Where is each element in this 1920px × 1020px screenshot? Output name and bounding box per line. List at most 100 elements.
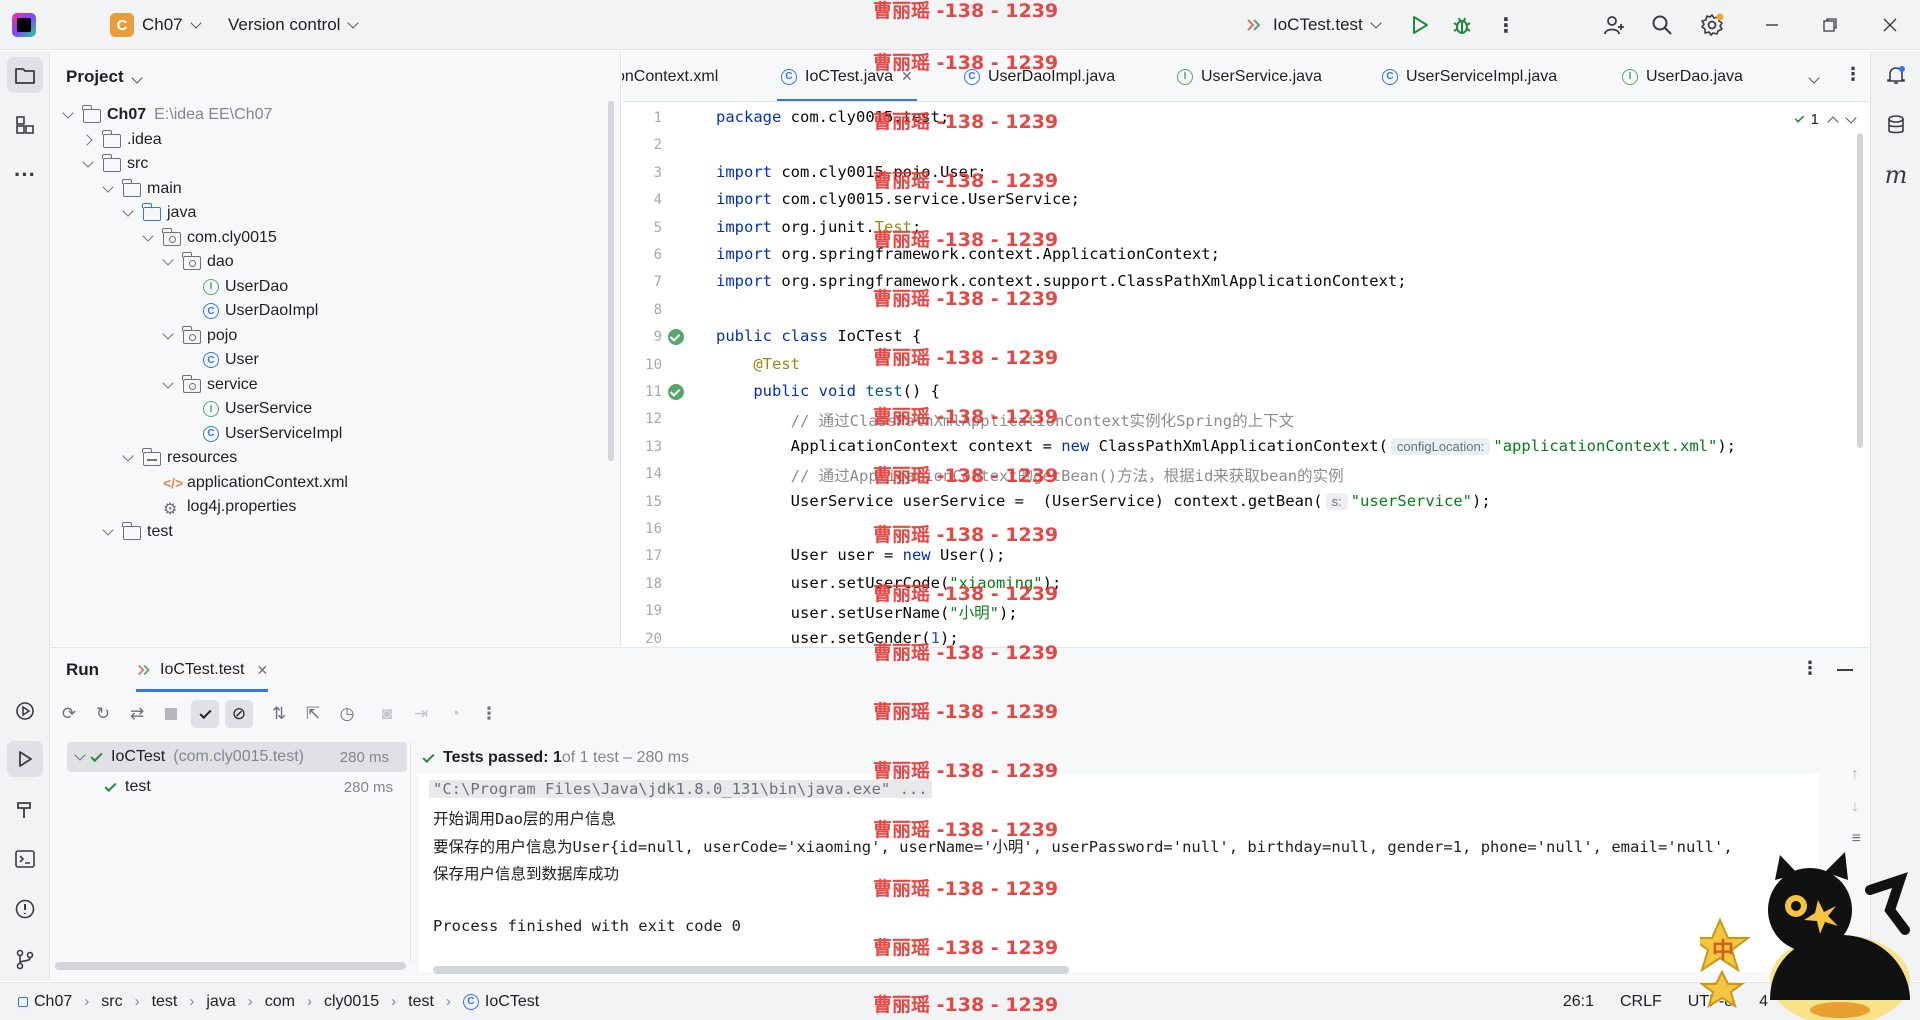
results-scrollbar[interactable] xyxy=(55,962,406,970)
project-scrollbar[interactable] xyxy=(608,101,614,461)
breadcrumb-item[interactable]: test xyxy=(152,993,178,1011)
code-editor[interactable]: 1 1 2 3 4 5 6 7 8 9 10 11 12 13 14 15 16 17 18 19 20 packag… xyxy=(622,103,1869,646)
run-tab-ioctest[interactable]: IoCTest.test ✕ xyxy=(136,648,269,692)
editor-tab[interactable]: onContext.xml xyxy=(622,51,718,101)
chevron-down-icon[interactable] xyxy=(81,157,95,171)
line-number: 2 xyxy=(653,137,662,154)
chevron-right-icon: › xyxy=(84,993,90,1010)
project-badge[interactable]: C xyxy=(110,13,134,37)
hammer-icon xyxy=(17,802,31,818)
stop-icon[interactable] xyxy=(157,700,185,728)
version-control-menu[interactable]: Version control xyxy=(228,15,360,35)
console-horizontal-scrollbar[interactable] xyxy=(433,966,1069,974)
toggle-auto-test-icon[interactable]: ⇄ xyxy=(123,700,151,728)
screenshot-icon[interactable]: ◙ xyxy=(373,700,401,728)
editor-tab[interactable]: C UserServiceImpl.java xyxy=(1382,51,1557,101)
breadcrumb-item[interactable]: test xyxy=(408,993,434,1011)
editor-tab[interactable]: I UserService.java xyxy=(1177,51,1322,101)
project-panel-header[interactable]: Project xyxy=(66,67,143,87)
tab-list-chevron-icon[interactable] xyxy=(1808,69,1820,87)
chevron-up-icon[interactable] xyxy=(1827,115,1839,128)
tree-item[interactable]: test xyxy=(101,517,173,547)
chevron-down-icon[interactable] xyxy=(161,378,175,392)
problems-tool-button[interactable] xyxy=(7,891,43,927)
run-options-icon[interactable]: ⋮ xyxy=(1801,658,1819,679)
toolbar-more-icon[interactable]: ⋮ xyxy=(475,700,503,728)
test-result-class[interactable]: IoCTest (com.cly0015.test) 280 ms xyxy=(67,742,407,772)
breadcrumb-item[interactable]: C IoCTest xyxy=(462,993,539,1011)
run-tool-button[interactable] xyxy=(7,741,43,777)
tab-more-icon[interactable]: ⋮ xyxy=(1844,64,1862,85)
scroll-up-icon[interactable]: ↑ xyxy=(1851,766,1859,784)
close-tab-icon[interactable]: ✕ xyxy=(901,68,913,85)
settings-button[interactable] xyxy=(1698,11,1726,39)
console-output[interactable]: Tests passed: 1 of 1 test – 280 ms "C:\P… xyxy=(419,742,1861,974)
import-tests-icon[interactable]: ⇥ xyxy=(407,700,435,728)
database-tool-button[interactable] xyxy=(1878,107,1914,143)
editor-scrollbar[interactable] xyxy=(1857,133,1863,448)
show-passed-toggle[interactable] xyxy=(191,700,219,728)
file-encoding[interactable]: UTF-8 xyxy=(1688,993,1733,1011)
project-switcher[interactable]: Ch07 xyxy=(142,15,202,35)
main-menu-icon[interactable] xyxy=(62,15,84,33)
line-separator[interactable]: CRLF xyxy=(1620,993,1662,1011)
rerun-failed-icon[interactable]: ↻ xyxy=(89,700,117,728)
sort-by-duration-icon[interactable]: ◷ xyxy=(333,700,361,728)
minimize-window-icon[interactable] xyxy=(1758,11,1786,39)
indent-setting[interactable]: 4 xyxy=(1759,993,1768,1011)
chevron-down-icon[interactable] xyxy=(61,108,75,122)
more-actions-icon[interactable]: ⋮ xyxy=(1492,11,1520,39)
editor-tab[interactable]: I UserDao.java xyxy=(1622,51,1743,101)
show-ignored-toggle[interactable]: ⊘ xyxy=(225,700,253,728)
code-with-me-button[interactable] xyxy=(1600,11,1628,39)
editor-tab[interactable]: C UserDaoImpl.java xyxy=(964,51,1115,101)
chevron-down-icon[interactable] xyxy=(101,525,115,539)
maven-icon[interactable]: m xyxy=(1878,157,1914,193)
inspection-widget[interactable]: 1 xyxy=(1790,111,1857,128)
breadcrumb-item[interactable]: java xyxy=(206,993,235,1011)
chevron-down-icon[interactable] xyxy=(161,255,175,269)
structure-tool-button[interactable] xyxy=(7,107,43,143)
sort-alphabetically-icon[interactable]: ⇅ xyxy=(265,700,293,728)
breadcrumb-item[interactable]: com xyxy=(265,993,295,1011)
chevron-down-icon[interactable] xyxy=(121,451,135,465)
editor-tab[interactable]: C IoCTest.java ✕ xyxy=(777,51,917,101)
run-button[interactable] xyxy=(1406,11,1434,39)
caret-position[interactable]: 26:1 xyxy=(1563,993,1594,1011)
run-class-gutter-icon[interactable] xyxy=(668,329,684,345)
close-tab-icon[interactable]: ✕ xyxy=(256,662,268,679)
notifications-button[interactable] xyxy=(1878,57,1914,93)
chevron-down-icon[interactable] xyxy=(101,182,115,196)
terminal-tool-button[interactable] xyxy=(7,841,43,877)
more-tools-icon[interactable]: ··· xyxy=(7,157,43,193)
coverage-icon[interactable]: ◔ xyxy=(441,700,469,728)
build-tool-button[interactable] xyxy=(7,791,43,827)
line-number: 1 xyxy=(653,110,662,126)
breadcrumb-item[interactable]: cly0015 xyxy=(324,993,379,1011)
run-test-gutter-icon[interactable] xyxy=(668,384,684,400)
chevron-down-icon[interactable] xyxy=(121,206,135,220)
chevron-right-icon[interactable] xyxy=(81,133,95,147)
search-button[interactable] xyxy=(1648,11,1676,39)
intellij-logo-icon[interactable] xyxy=(12,13,36,37)
project-tool-button[interactable] xyxy=(7,57,43,93)
scroll-down-icon[interactable]: ↓ xyxy=(1851,798,1859,816)
rerun-icon[interactable]: ⟳ xyxy=(55,700,83,728)
debug-button[interactable] xyxy=(1448,11,1476,39)
chevron-down-icon[interactable] xyxy=(1845,111,1857,124)
chevron-down-icon[interactable] xyxy=(73,750,87,764)
hide-panel-icon[interactable] xyxy=(1837,669,1853,671)
chevron-down-icon[interactable] xyxy=(161,329,175,343)
chevron-down-icon[interactable] xyxy=(141,231,155,245)
git-tool-button[interactable] xyxy=(7,941,43,977)
breadcrumb-item[interactable]: Ch07 xyxy=(18,993,72,1011)
services-tool-button[interactable] xyxy=(7,693,43,729)
run-config-selector[interactable]: IoCTest.test xyxy=(1245,15,1382,35)
soft-wrap-icon[interactable]: ≡ xyxy=(1852,830,1861,848)
collapse-all-icon[interactable]: ⇱ xyxy=(299,700,327,728)
line-number: 9 xyxy=(653,329,662,346)
test-result-method[interactable]: test 280 ms xyxy=(51,772,411,802)
close-window-icon[interactable] xyxy=(1876,11,1904,39)
breadcrumb-item[interactable]: src xyxy=(101,993,122,1011)
restore-window-icon[interactable] xyxy=(1816,11,1844,39)
